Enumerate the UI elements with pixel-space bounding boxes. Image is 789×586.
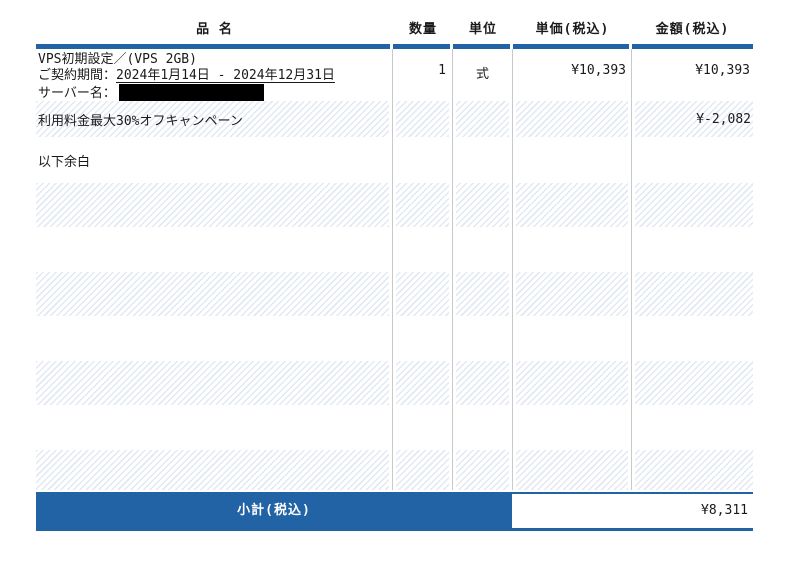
campaign-quantity-cell xyxy=(393,101,453,137)
table-row-campaign: 利用料金最大30%オフキャンペーン ¥-2,082 xyxy=(36,101,753,137)
empty-cell xyxy=(513,361,632,405)
empty-cell xyxy=(453,405,513,450)
empty-cell xyxy=(36,316,393,361)
campaign-name-cell: 利用料金最大30%オフキャンペーン xyxy=(36,101,393,137)
campaign-unit-price-cell xyxy=(513,101,632,137)
table-row-empty xyxy=(36,316,753,361)
empty-cell xyxy=(393,450,453,490)
invoice-table: 品 名 数量 単位 単価(税込) 金額(税込) VPS初期設定／(VPS 2GB… xyxy=(36,10,753,531)
empty-cell xyxy=(632,316,753,361)
subtotal-amount: ¥8,311 xyxy=(512,494,753,528)
blank-cell xyxy=(513,137,632,183)
column-header-amount: 金額(税込) xyxy=(655,21,730,37)
contract-period-dates: 2024年1月14日 - 2024年12月31日 xyxy=(116,68,335,83)
item-server-name: サーバー名： xyxy=(38,84,390,102)
invoice-page: 品 名 数量 単位 単価(税込) 金額(税込) VPS初期設定／(VPS 2GB… xyxy=(0,0,789,586)
empty-cell xyxy=(632,450,753,490)
empty-cell xyxy=(513,227,632,272)
blank-note: 以下余白 xyxy=(36,137,393,183)
blank-cell xyxy=(453,137,513,183)
empty-cell xyxy=(36,405,393,450)
campaign-unit-cell xyxy=(453,101,513,137)
item-unit-price: ¥10,393 xyxy=(513,49,632,101)
server-name-redaction xyxy=(118,84,264,101)
empty-cell xyxy=(513,272,632,316)
empty-cell xyxy=(453,450,513,490)
empty-cell xyxy=(36,450,393,490)
empty-cell xyxy=(632,272,753,316)
empty-cell xyxy=(632,405,753,450)
item-title: VPS初期設定／(VPS 2GB) xyxy=(38,52,197,67)
subtotal-label: 小計(税込) xyxy=(36,494,512,528)
column-header-unit-price: 単価(税込) xyxy=(535,21,610,37)
item-quantity: 1 xyxy=(393,49,453,101)
empty-cell xyxy=(513,405,632,450)
table-row-blank-note: 以下余白 xyxy=(36,137,753,183)
table-row-empty xyxy=(36,361,753,405)
blank-cell xyxy=(393,137,453,183)
empty-cell xyxy=(393,272,453,316)
empty-cell xyxy=(453,227,513,272)
column-header-item-name: 品 名 xyxy=(196,21,233,37)
table-row-empty xyxy=(36,272,753,316)
empty-cell xyxy=(36,272,393,316)
campaign-amount: ¥-2,082 xyxy=(632,101,753,137)
empty-cell xyxy=(513,183,632,227)
empty-rows xyxy=(36,183,753,490)
item-contract-period: ご契約期間：2024年1月14日 - 2024年12月31日 xyxy=(38,68,335,83)
column-header-unit: 単位 xyxy=(468,21,497,37)
empty-cell xyxy=(513,316,632,361)
blank-cell xyxy=(632,137,753,183)
empty-cell xyxy=(453,272,513,316)
empty-cell xyxy=(632,227,753,272)
empty-cell xyxy=(632,361,753,405)
table-row-empty xyxy=(36,183,753,227)
empty-cell xyxy=(393,316,453,361)
item-amount: ¥10,393 xyxy=(695,63,750,78)
empty-cell xyxy=(393,183,453,227)
empty-cell xyxy=(393,227,453,272)
table-row-empty xyxy=(36,450,753,490)
campaign-name: 利用料金最大30%オフキャンペーン xyxy=(38,113,243,129)
item-unit: 式 xyxy=(453,49,513,101)
empty-cell xyxy=(513,450,632,490)
column-header-quantity: 数量 xyxy=(408,21,437,37)
empty-cell xyxy=(453,361,513,405)
table-row-empty xyxy=(36,405,753,450)
empty-cell xyxy=(632,183,753,227)
empty-cell xyxy=(453,316,513,361)
subtotal-row: 小計(税込) ¥8,311 xyxy=(36,492,753,531)
empty-cell xyxy=(393,361,453,405)
empty-cell xyxy=(36,183,393,227)
item-name-cell: VPS初期設定／(VPS 2GB) ご契約期間：2024年1月14日 - 202… xyxy=(36,49,393,101)
empty-cell xyxy=(36,361,393,405)
table-row-empty xyxy=(36,227,753,272)
empty-cell xyxy=(393,405,453,450)
empty-cell xyxy=(36,227,393,272)
table-header: 品 名 数量 単位 単価(税込) 金額(税込) xyxy=(36,10,753,44)
table-row-item: VPS初期設定／(VPS 2GB) ご契約期間：2024年1月14日 - 202… xyxy=(36,49,753,101)
empty-cell xyxy=(453,183,513,227)
